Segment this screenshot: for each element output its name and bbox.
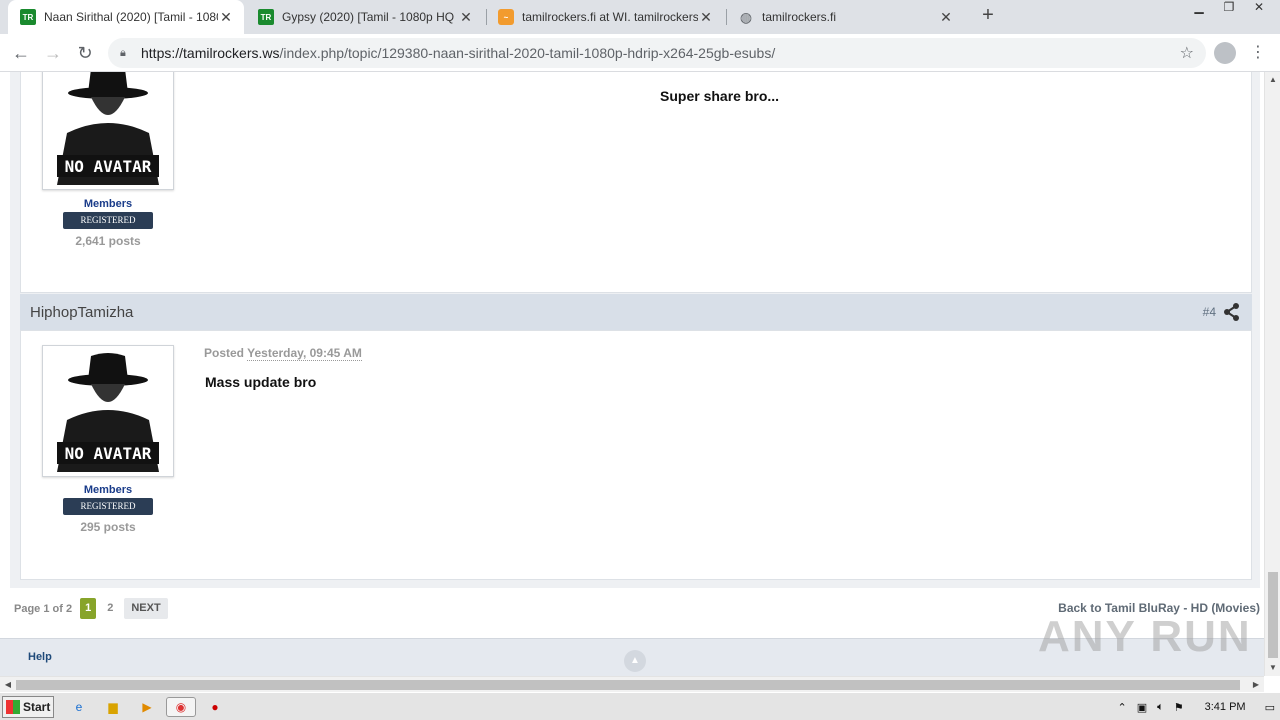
browser-toolbar: ← → ↻ 🔒︎ https://tamilrockers.ws/index.p… <box>0 34 1280 72</box>
post-header: HiphopTamizha #4 <box>20 294 1252 330</box>
post-author[interactable]: HiphopTamizha <box>30 304 133 321</box>
post-count: 295 posts <box>80 520 136 534</box>
close-icon[interactable]: ✕ <box>698 9 714 26</box>
forward-arrow-icon[interactable]: → <box>40 40 66 66</box>
member-group[interactable]: Members <box>42 198 174 210</box>
close-icon[interactable]: ✕ <box>218 9 234 26</box>
status-badge: REGISTERED <box>63 212 153 229</box>
svg-text:NO AVATAR: NO AVATAR <box>65 157 152 176</box>
svg-text:NO AVATAR: NO AVATAR <box>65 444 152 463</box>
tr-icon: TR <box>20 9 36 25</box>
minimize-icon[interactable]: ▁ <box>1184 0 1214 18</box>
tab-strip: TR Naan Sirithal (2020) [Tamil - 1080p H… <box>0 0 1280 34</box>
ie-icon[interactable]: e <box>68 697 90 717</box>
taskbar: Start e ▆ ▶ ◉ ● ⌃ ▣ 🔈︎ ⚑ 3:41 PM ▭ <box>0 692 1280 720</box>
avatar[interactable]: NO AVATAR <box>42 72 174 190</box>
volume-icon[interactable]: 🔈︎ <box>1157 701 1164 714</box>
restore-icon[interactable]: ❐ <box>1214 0 1244 18</box>
tab-wi-tamilrockers[interactable]: ~ tamilrockers.fi at WI. tamilrockers.fi… <box>486 0 724 34</box>
post-body-3 <box>20 72 1252 293</box>
close-icon[interactable]: ✕ <box>938 9 954 26</box>
profile-avatar-icon[interactable] <box>1214 42 1236 64</box>
kebab-menu-icon[interactable]: ⋮ <box>1250 40 1266 66</box>
page-link-1[interactable]: 1 <box>80 598 97 619</box>
system-tray: ⌃ ▣ 🔈︎ ⚑ 3:41 PM ▭ <box>1113 695 1280 719</box>
post-count: 2,641 posts <box>75 234 141 248</box>
close-window-icon[interactable]: ✕ <box>1244 0 1274 18</box>
network-icon[interactable]: ▣ <box>1137 701 1147 714</box>
scroll-thumb[interactable] <box>1268 572 1278 658</box>
tray-expand-icon[interactable]: ⌃ <box>1118 701 1127 714</box>
reload-icon[interactable]: ↻ <box>72 40 98 66</box>
tab-gypsy[interactable]: TR Gypsy (2020) [Tamil - 1080p HQ Pre ✕ <box>246 0 484 34</box>
page-link-2[interactable]: 2 <box>102 598 118 619</box>
post-timestamp: Posted Yesterday, 09:45 AM <box>204 346 362 361</box>
scroll-top-icon[interactable]: ▲ <box>624 650 646 672</box>
page-label: Page 1 of 2 <box>14 602 73 615</box>
tr-icon: TR <box>258 9 274 25</box>
stop-icon[interactable]: ● <box>204 697 226 717</box>
globe-icon: ◍ <box>739 8 753 25</box>
pagination: Page 1 of 2 1 2 NEXT <box>14 598 174 619</box>
tab-naan-sirithal[interactable]: TR Naan Sirithal (2020) [Tamil - 1080p H… <box>8 0 244 34</box>
lock-icon: 🔒︎ <box>120 46 126 59</box>
scroll-thumb[interactable] <box>16 680 1240 690</box>
share-icon[interactable] <box>1224 303 1240 321</box>
vertical-scrollbar[interactable]: ▲ ▼ <box>1264 72 1280 676</box>
avatar[interactable]: NO AVATAR <box>42 345 174 477</box>
action-center-flag-icon[interactable]: ⚑ <box>1174 701 1184 714</box>
url-text: https://tamilrockers.ws/index.php/topic/… <box>141 45 776 61</box>
post-content: Mass update bro <box>205 374 317 390</box>
start-button[interactable]: Start <box>2 696 54 718</box>
scroll-down-arrow-icon[interactable]: ▼ <box>1265 660 1280 676</box>
scroll-left-arrow-icon[interactable]: ◀ <box>0 677 16 693</box>
page-viewport: NO AVATAR Members REGISTERED 2,641 posts… <box>0 72 1264 676</box>
back-arrow-icon[interactable]: ← <box>8 40 34 66</box>
watermark: ANY RUN <box>1038 612 1252 661</box>
post-number[interactable]: #4 <box>1203 305 1216 319</box>
topic-container: NO AVATAR Members REGISTERED 2,641 posts… <box>10 72 1260 588</box>
next-page-button[interactable]: NEXT <box>124 598 168 619</box>
clock[interactable]: 3:41 PM <box>1205 701 1246 713</box>
post-content: Super share bro... <box>660 88 780 104</box>
no-avatar-icon: NO AVATAR <box>47 72 169 185</box>
wi-icon: ~ <box>498 9 514 25</box>
bookmark-star-icon[interactable]: ☆ <box>1180 43 1194 63</box>
help-link[interactable]: Help <box>28 651 52 663</box>
tab-tamilrockers-fi[interactable]: ◍ tamilrockers.fi ✕ <box>726 0 964 34</box>
media-player-icon[interactable]: ▶ <box>136 697 158 717</box>
scroll-right-arrow-icon[interactable]: ▶ <box>1248 677 1264 693</box>
scroll-up-arrow-icon[interactable]: ▲ <box>1265 72 1280 88</box>
new-tab-button[interactable]: + <box>976 4 1000 30</box>
show-desktop-icon[interactable]: ▭ <box>1265 701 1275 714</box>
post-body-4 <box>20 330 1252 580</box>
windows-flag-icon <box>6 700 20 714</box>
no-avatar-icon: NO AVATAR <box>47 350 169 472</box>
chrome-icon[interactable]: ◉ <box>166 697 196 717</box>
close-icon[interactable]: ✕ <box>458 9 474 26</box>
folder-icon[interactable]: ▆ <box>102 697 124 717</box>
member-group[interactable]: Members <box>42 484 174 496</box>
address-bar[interactable]: 🔒︎ https://tamilrockers.ws/index.php/top… <box>108 38 1206 68</box>
window-controls: ▁ ❐ ✕ <box>1184 0 1274 18</box>
status-badge: REGISTERED <box>63 498 153 515</box>
horizontal-scrollbar[interactable]: ◀ ▶ <box>0 676 1264 692</box>
